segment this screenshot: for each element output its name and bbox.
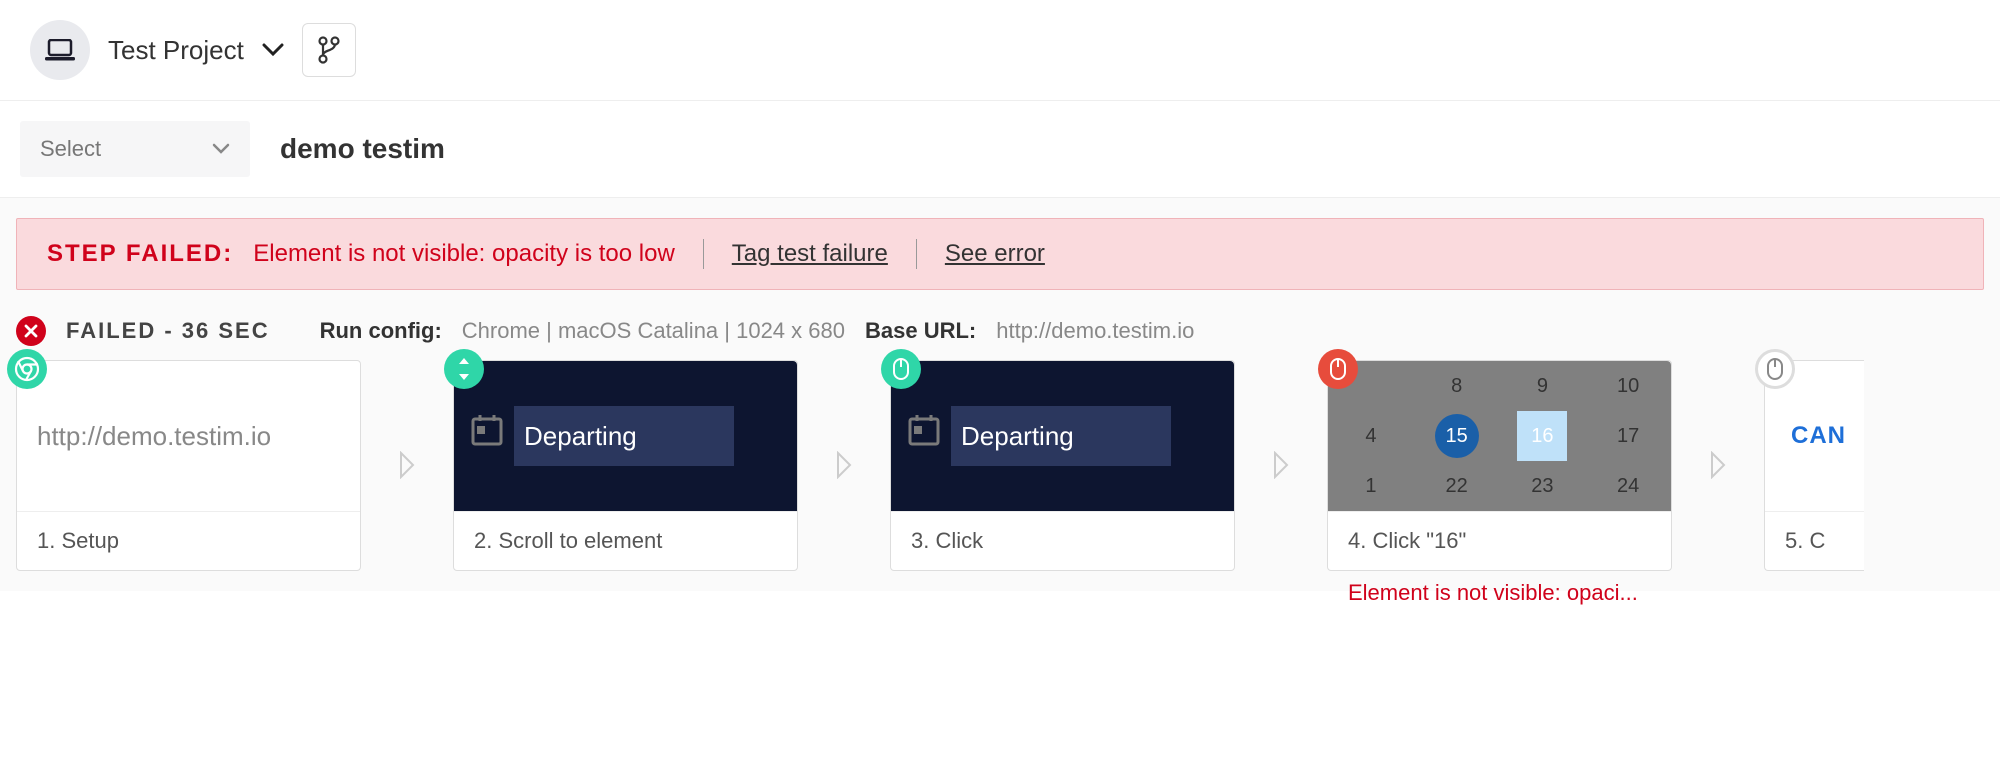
chevron-down-icon [212, 143, 230, 155]
step-card-4[interactable]: 8 9 10 4 15 16 17 1 22 23 24 4. Click "1… [1327, 360, 1672, 571]
calendar-grid: 8 9 10 4 15 16 17 1 22 23 24 [1328, 361, 1671, 511]
branch-icon [318, 36, 340, 64]
run-config-label: Run config: [320, 318, 442, 344]
chevron-down-icon [262, 43, 284, 57]
cal-cell-highlight: 16 [1500, 411, 1586, 461]
test-name: demo testim [280, 133, 445, 165]
setup-url: http://demo.testim.io [37, 421, 271, 452]
select-label: Select [40, 136, 101, 162]
triangle-right-icon [398, 451, 416, 479]
step-arrow [1672, 360, 1764, 570]
error-banner: STEP FAILED: Element is not visible: opa… [16, 218, 1984, 290]
mouse-icon [892, 357, 910, 381]
tag-failure-link[interactable]: Tag test failure [732, 240, 888, 268]
cal-cell: 23 [1500, 461, 1586, 511]
departing-field: Departing [514, 406, 734, 466]
base-url-label: Base URL: [865, 318, 976, 344]
step-thumbnail: 8 9 10 4 15 16 17 1 22 23 24 [1328, 361, 1671, 511]
step-error-text: Element is not visible: opaci... [1328, 570, 1673, 606]
cal-cell: 4 [1328, 411, 1414, 461]
see-error-link[interactable]: See error [945, 240, 1045, 268]
branch-button[interactable] [302, 23, 356, 77]
cal-cell: 17 [1585, 411, 1671, 461]
step-caption: 1. Setup [17, 511, 360, 570]
cal-cell: 24 [1585, 461, 1671, 511]
step-badge-chrome [7, 349, 47, 389]
step-arrow [361, 360, 453, 570]
cal-cell: 22 [1414, 461, 1500, 511]
step-card-1[interactable]: http://demo.testim.io 1. Setup [16, 360, 361, 571]
step-caption: 2. Scroll to element [454, 511, 797, 570]
step-thumbnail: Departing [891, 361, 1234, 511]
mouse-icon [1766, 357, 1784, 381]
cal-cell: 1 [1328, 461, 1414, 511]
laptop-icon [45, 39, 75, 61]
chrome-icon [13, 355, 41, 383]
step-badge-scroll [444, 349, 484, 389]
step-arrow [798, 360, 890, 570]
header-bar: Test Project [0, 0, 2000, 100]
cal-cell: 10 [1585, 361, 1671, 411]
cal-cell: 9 [1500, 361, 1586, 411]
mouse-icon [1329, 357, 1347, 381]
x-icon [24, 324, 38, 338]
step-badge-mouse [881, 349, 921, 389]
fail-text: FAILED - 36 SEC [66, 318, 270, 344]
step-card-3[interactable]: Departing 3. Click [890, 360, 1235, 571]
status-line: FAILED - 36 SEC Run config: Chrome | mac… [16, 290, 1984, 360]
calendar-icon [907, 413, 941, 447]
steps-row: http://demo.testim.io 1. Setup Departing… [16, 360, 1984, 571]
step-caption: 5. C [1765, 511, 1864, 570]
project-name: Test Project [108, 35, 244, 66]
step-badge-mouse-pending [1755, 349, 1795, 389]
step-arrow [1235, 360, 1327, 570]
divider [703, 239, 704, 269]
error-label: STEP FAILED: [47, 240, 233, 268]
triangle-right-icon [835, 451, 853, 479]
calendar-icon [470, 413, 504, 447]
project-selector[interactable]: Test Project [108, 35, 284, 66]
cal-cell: 8 [1414, 361, 1500, 411]
departing-field: Departing [951, 406, 1171, 466]
base-url-value: http://demo.testim.io [996, 318, 1194, 344]
step-thumbnail: http://demo.testim.io [17, 361, 360, 511]
triangle-right-icon [1272, 451, 1290, 479]
step-card-2[interactable]: Departing 2. Scroll to element [453, 360, 798, 571]
scroll-icon [454, 356, 474, 382]
cancel-text: CAN [1765, 422, 1846, 450]
select-dropdown[interactable]: Select [20, 121, 250, 177]
cal-cell-selected: 15 [1414, 411, 1500, 461]
step-caption: 4. Click "16" [1328, 511, 1671, 570]
divider [916, 239, 917, 269]
step-card-5[interactable]: CAN 5. C [1764, 360, 1864, 571]
step-caption: 3. Click [891, 511, 1234, 570]
project-icon [30, 20, 90, 80]
fail-status-icon [16, 316, 46, 346]
sub-header: Select demo testim [0, 101, 2000, 197]
error-message: Element is not visible: opacity is too l… [253, 240, 675, 268]
step-thumbnail: Departing [454, 361, 797, 511]
run-config-value: Chrome | macOS Catalina | 1024 x 680 [462, 318, 845, 344]
step-badge-mouse-fail [1318, 349, 1358, 389]
triangle-right-icon [1709, 451, 1727, 479]
body-area: STEP FAILED: Element is not visible: opa… [0, 197, 2000, 591]
